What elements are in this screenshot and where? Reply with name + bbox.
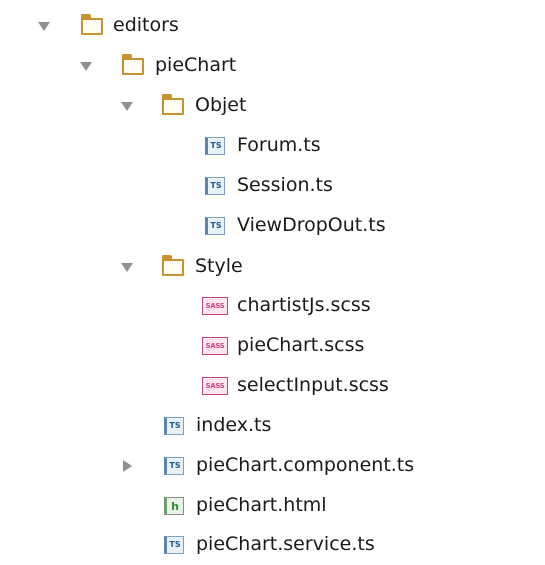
typescript-file-icon: TS [164,417,184,435]
typescript-file-icon: TS [205,217,225,235]
tree-node-objet[interactable]: Objet [0,86,545,126]
expand-arrow-icon[interactable] [80,62,92,71]
expand-arrow-icon[interactable] [121,102,133,111]
tree-node-piechart-component-ts[interactable]: TS pieChart.component.ts [0,446,545,486]
folder-icon [81,14,103,35]
typescript-file-icon: TS [164,457,184,475]
tree-node-label: selectInput.scss [237,374,389,396]
sass-file-icon: SASS [202,377,228,395]
expand-arrow-icon[interactable] [38,22,50,31]
tree-node-label: pieChart [155,54,237,76]
tree-node-label: chartistJs.scss [237,294,371,316]
tree-node-piechart-service-ts[interactable]: TS pieChart.service.ts [0,525,545,565]
tree-node-viewdropout-ts[interactable]: TS ViewDropOut.ts [0,206,545,246]
tree-node-piechart-folder[interactable]: pieChart [0,46,545,86]
tree-node-selectinput-scss[interactable]: SASS selectInput.scss [0,366,545,406]
expand-arrow-icon[interactable] [121,263,133,272]
tree-node-piechart-html[interactable]: h pieChart.html [0,486,545,526]
typescript-file-icon: TS [205,177,225,195]
tree-node-label: pieChart.service.ts [196,533,375,555]
tree-node-style[interactable]: Style [0,247,545,287]
tree-node-label: Session.ts [237,174,333,196]
tree-node-label: pieChart.html [196,494,327,516]
expand-arrow-icon[interactable] [123,460,132,472]
project-file-tree: editors pieChart Objet TS Forum.ts TS Se… [0,0,545,560]
sass-file-icon: SASS [202,297,228,315]
tree-node-session-ts[interactable]: TS Session.ts [0,166,545,206]
folder-icon [162,94,184,115]
tree-node-chartistjs-scss[interactable]: SASS chartistJs.scss [0,286,545,326]
tree-node-label: pieChart.scss [237,334,365,356]
typescript-file-icon: TS [164,536,184,554]
tree-node-label: index.ts [196,414,272,436]
folder-icon [162,255,184,276]
tree-node-label: Style [195,255,243,277]
tree-node-editors[interactable]: editors [0,6,545,46]
folder-icon [122,54,144,75]
tree-node-label: ViewDropOut.ts [237,214,386,236]
tree-node-label: Forum.ts [237,134,321,156]
tree-node-label: Objet [195,94,247,116]
tree-node-index-ts[interactable]: TS index.ts [0,406,545,446]
html-file-icon: h [164,497,184,515]
tree-node-label: pieChart.component.ts [196,454,415,476]
tree-node-piechart-scss[interactable]: SASS pieChart.scss [0,326,545,366]
tree-node-label: editors [113,14,179,36]
sass-file-icon: SASS [202,337,228,355]
tree-node-forum-ts[interactable]: TS Forum.ts [0,126,545,166]
typescript-file-icon: TS [205,137,225,155]
